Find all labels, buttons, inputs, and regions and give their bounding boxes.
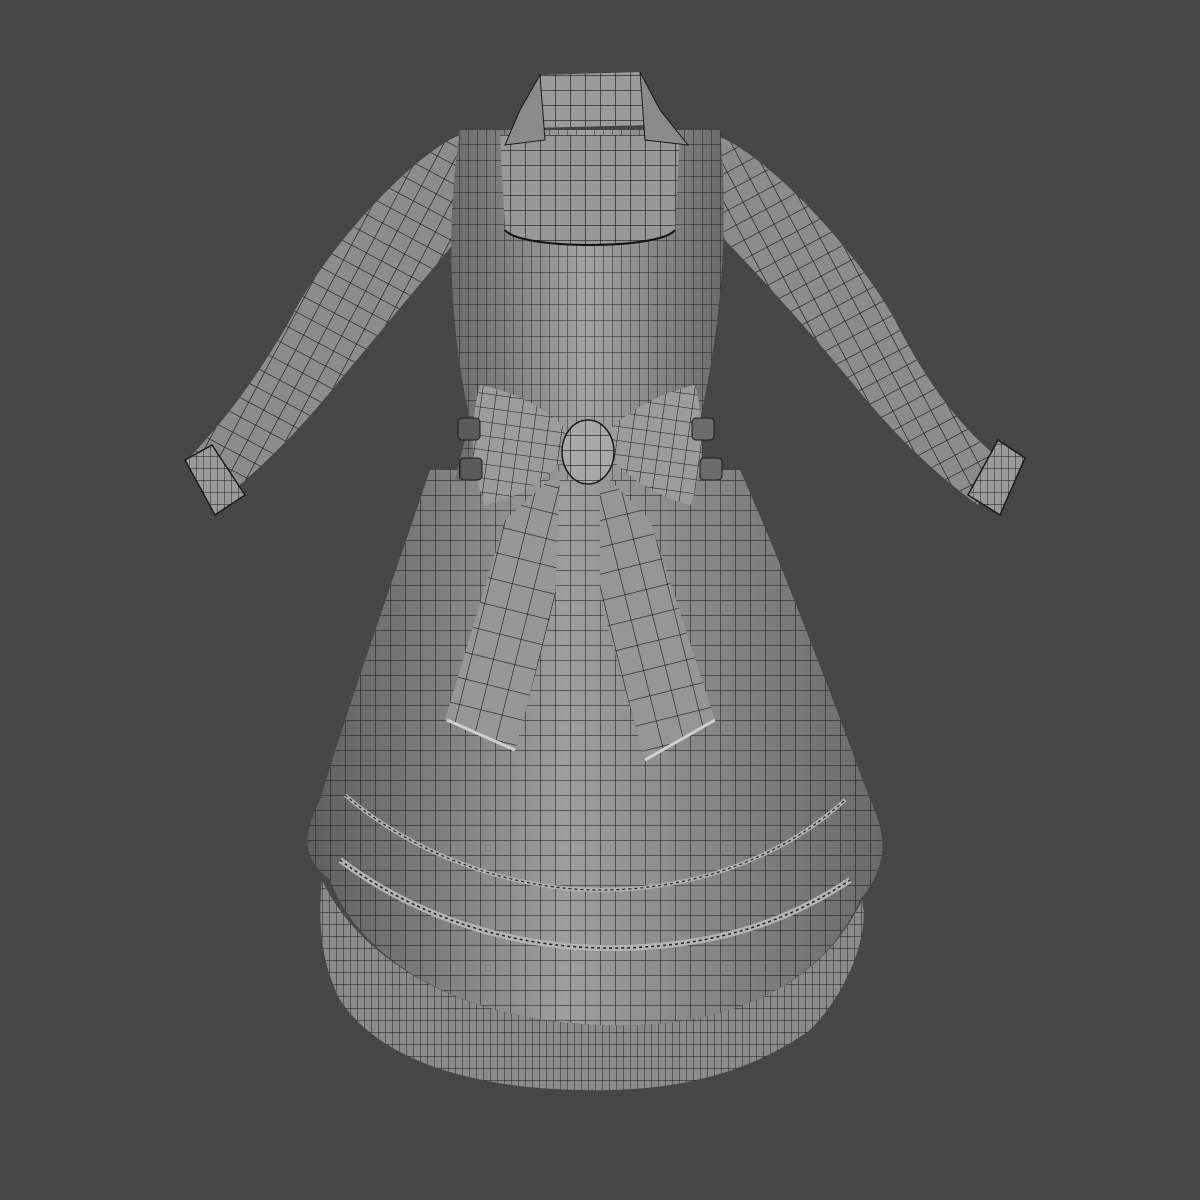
skirt (307, 470, 883, 1026)
viewport (0, 0, 1200, 1200)
right-sleeve (715, 135, 1026, 517)
left-sleeve (183, 135, 465, 517)
dress-wireframe-render (183, 71, 1026, 1091)
